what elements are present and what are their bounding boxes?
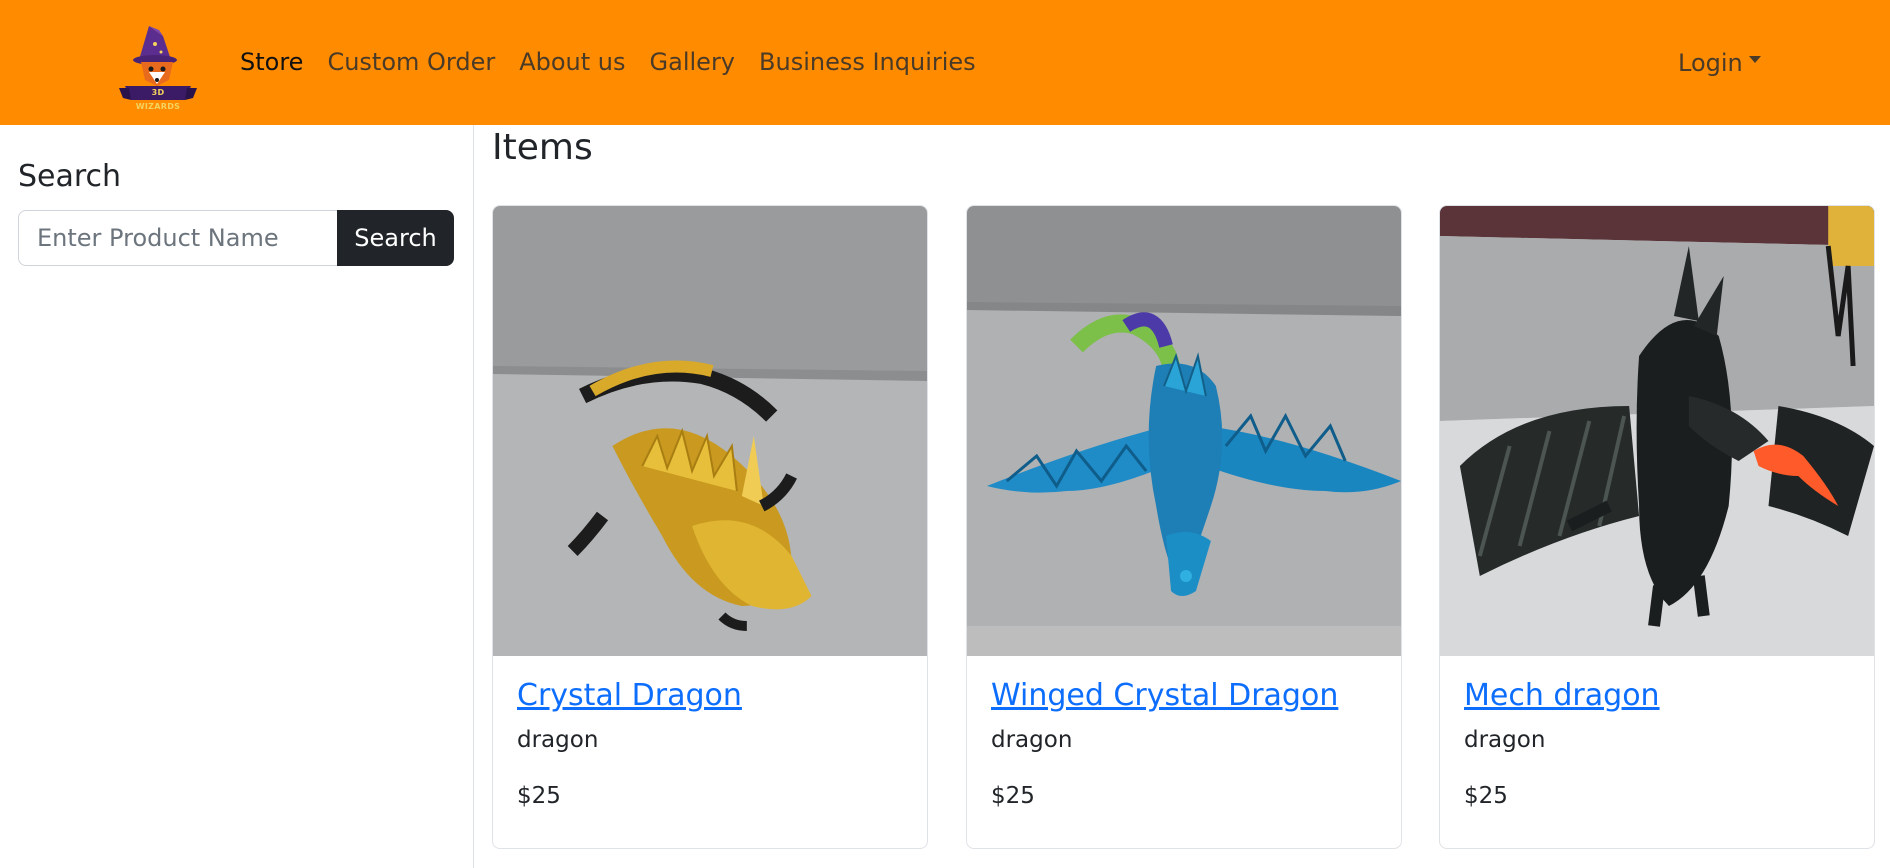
- product-title-link[interactable]: Mech dragon: [1464, 678, 1854, 713]
- brand-logo[interactable]: 3D WIZARDS: [119, 22, 197, 111]
- product-card: Mech dragon dragon $25: [1439, 205, 1875, 849]
- product-category: dragon: [517, 727, 599, 753]
- nav-links: Store Custom Order About us Gallery Busi…: [228, 0, 988, 125]
- card-body: Mech dragon dragon $25: [1464, 678, 1854, 809]
- nav-link-about-us[interactable]: About us: [507, 0, 637, 125]
- card-body: Winged Crystal Dragon dragon $25: [991, 678, 1381, 809]
- mech-dragon-image[interactable]: [1440, 206, 1874, 656]
- product-card: Winged Crystal Dragon dragon $25: [966, 205, 1402, 849]
- nav-link-custom-order[interactable]: Custom Order: [315, 0, 507, 125]
- product-price: $25: [1464, 783, 1508, 809]
- product-category: dragon: [1464, 727, 1546, 753]
- product-price: $25: [517, 783, 561, 809]
- caret-down-icon: [1748, 56, 1761, 63]
- top-navbar: 3D WIZARDS Store Custom Order About us G…: [0, 0, 1890, 125]
- search-button[interactable]: Search: [337, 210, 454, 266]
- search-input[interactable]: [18, 210, 337, 266]
- card-body: Crystal Dragon dragon $25: [517, 678, 907, 809]
- items-main: Items Crystal Dragon dragon $25 Winged C…: [492, 125, 1890, 868]
- product-title-link[interactable]: Winged Crystal Dragon: [991, 678, 1381, 713]
- product-price: $25: [991, 783, 1035, 809]
- search-group: Search: [18, 210, 454, 266]
- winged-crystal-dragon-image[interactable]: [967, 206, 1401, 656]
- nav-link-gallery[interactable]: Gallery: [638, 0, 747, 125]
- logo-text: 3D WIZARDS: [135, 88, 181, 111]
- product-card: Crystal Dragon dragon $25: [492, 205, 928, 849]
- nav-link-business-inquiries[interactable]: Business Inquiries: [747, 0, 988, 125]
- product-category: dragon: [991, 727, 1073, 753]
- page-title: Items: [492, 127, 593, 168]
- search-sidebar: Search Search: [0, 125, 474, 868]
- sidebar-heading: Search: [18, 159, 122, 194]
- login-dropdown[interactable]: Login: [1678, 0, 1761, 125]
- product-title-link[interactable]: Crystal Dragon: [517, 678, 907, 713]
- nav-link-store[interactable]: Store: [228, 0, 315, 125]
- crystal-dragon-image[interactable]: [493, 206, 927, 656]
- login-label: Login: [1678, 48, 1743, 77]
